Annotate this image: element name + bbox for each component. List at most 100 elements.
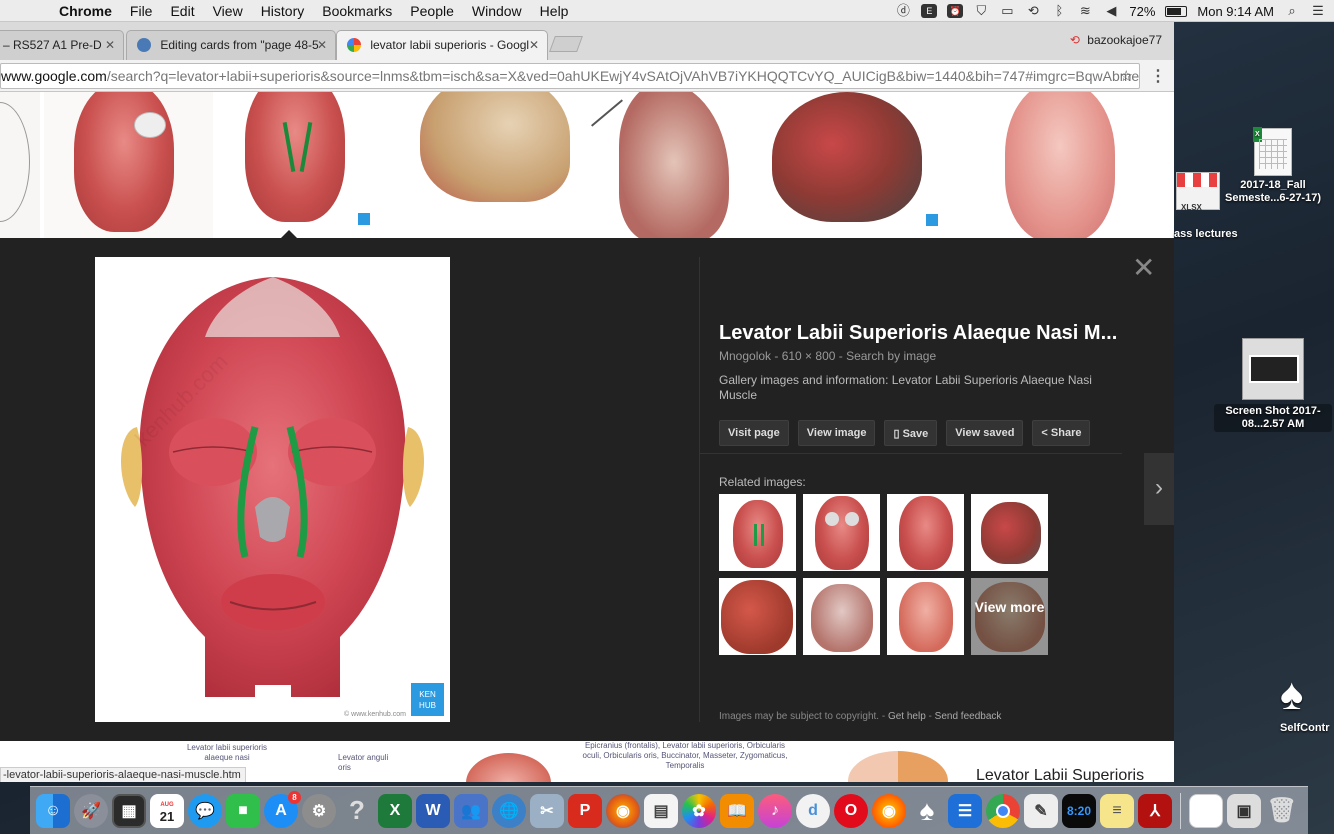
wifi-icon[interactable]: ≋: [1077, 4, 1093, 18]
menu-people[interactable]: People: [401, 3, 463, 19]
related-image[interactable]: [971, 494, 1048, 571]
chrome-menu-icon[interactable]: ⋮: [1150, 66, 1166, 86]
firefox-icon[interactable]: ◉: [606, 793, 640, 828]
view-saved-button[interactable]: View saved: [946, 420, 1024, 446]
result-thumb[interactable]: [0, 92, 40, 238]
acrobat-icon[interactable]: ⅄: [1138, 793, 1172, 828]
view-image-button[interactable]: View image: [797, 420, 876, 446]
tab-close-icon[interactable]: ✕: [529, 38, 539, 52]
dictionary-icon[interactable]: d: [796, 793, 830, 828]
word-icon[interactable]: W: [416, 793, 450, 828]
share-button[interactable]: < Share: [1032, 420, 1091, 446]
launchpad-icon[interactable]: 🚀: [74, 793, 108, 828]
save-button[interactable]: ▯ Save: [884, 420, 938, 446]
system-preferences-icon[interactable]: ⚙: [302, 793, 336, 828]
view-more-tile[interactable]: View more: [971, 578, 1048, 655]
screenshot-tool-icon[interactable]: ✎: [1024, 793, 1058, 828]
menu-bookmarks[interactable]: Bookmarks: [313, 3, 401, 19]
firefox-dev-icon[interactable]: ◉: [872, 793, 906, 828]
tab-google-images[interactable]: levator labii superioris - Googl ✕: [336, 30, 548, 60]
address-bar[interactable]: www.google.com/search?q=levator+labii+su…: [0, 63, 1140, 89]
image-capture-icon[interactable]: ▤: [644, 793, 678, 828]
related-image[interactable]: [719, 578, 796, 655]
menu-file[interactable]: File: [121, 3, 162, 19]
image-title[interactable]: Levator Labii Superioris Alaeque Nasi M.…: [719, 322, 1119, 345]
desktop-screenshot-file[interactable]: Screen Shot 2017-08...2.57 AM: [1214, 338, 1332, 432]
menu-chrome[interactable]: Chrome: [50, 3, 121, 19]
network-icon[interactable]: 🌐: [492, 793, 526, 828]
contacts-icon[interactable]: 👥: [454, 793, 488, 828]
desktop-selfcontrol-app[interactable]: ♠ SelfContr: [1280, 670, 1334, 735]
menu-window[interactable]: Window: [463, 3, 531, 19]
new-tab-button[interactable]: [549, 36, 583, 52]
result-thumb[interactable]: [380, 92, 575, 238]
time-machine-icon[interactable]: ⟲: [1025, 4, 1041, 18]
notification-center-icon[interactable]: ☰: [1310, 4, 1326, 18]
help-icon[interactable]: ?: [340, 794, 374, 828]
alarm-icon[interactable]: ⏰: [947, 4, 964, 18]
menu-history[interactable]: History: [252, 3, 314, 19]
list-app-icon[interactable]: ☰: [948, 793, 982, 828]
related-image[interactable]: [803, 494, 880, 571]
airplay-icon[interactable]: ▭: [999, 4, 1015, 18]
close-viewer-icon[interactable]: ✕: [1132, 254, 1155, 282]
related-image[interactable]: [803, 578, 880, 655]
volume-icon[interactable]: ◀: [1103, 4, 1119, 18]
result-thumb[interactable]: [848, 751, 948, 782]
excel-icon[interactable]: X: [378, 793, 412, 828]
opera-icon[interactable]: O: [834, 793, 868, 828]
tab-rs527[interactable]: – RS527 A1 Pre-D ✕: [0, 30, 124, 60]
ibooks-icon[interactable]: 📖: [720, 793, 754, 828]
shield-icon[interactable]: ⛉: [973, 4, 989, 18]
menu-help[interactable]: Help: [531, 3, 578, 19]
selfcontrol-icon[interactable]: ♠: [910, 794, 944, 828]
evernote-icon[interactable]: E: [921, 4, 938, 18]
result-thumb[interactable]: [466, 753, 551, 782]
result-thumb[interactable]: [751, 92, 941, 238]
next-image-button[interactable]: ›: [1144, 453, 1174, 525]
profile-button[interactable]: ⟲ bazookajoe77: [1070, 33, 1162, 47]
result-thumb[interactable]: [217, 92, 377, 238]
chrome-icon[interactable]: [986, 793, 1020, 828]
menu-edit[interactable]: Edit: [161, 3, 203, 19]
itunes-icon[interactable]: ♪: [758, 793, 792, 828]
document-stack-icon[interactable]: [1189, 793, 1223, 828]
related-image[interactable]: [887, 494, 964, 571]
photos-icon[interactable]: ✿: [682, 793, 716, 828]
presentation-icon[interactable]: P: [568, 793, 602, 828]
result-thumb[interactable]: [578, 92, 748, 238]
battery-icon[interactable]: [1165, 5, 1188, 17]
result-thumb[interactable]: [43, 92, 214, 238]
related-image[interactable]: [719, 494, 796, 571]
calendar-icon[interactable]: AUG 21: [150, 793, 184, 828]
preview-image[interactable]: kenhub.com KEN HUB © www.kenhub.com: [95, 257, 450, 722]
messages-icon[interactable]: 💬: [188, 793, 222, 828]
finder-icon[interactable]: ☺: [36, 793, 70, 828]
menu-view[interactable]: View: [204, 3, 252, 19]
tab-close-icon[interactable]: ✕: [317, 38, 327, 52]
clock-app-icon[interactable]: 8:20: [1062, 793, 1096, 828]
mission-control-icon[interactable]: ▦: [112, 793, 146, 828]
app-store-icon[interactable]: A8: [264, 790, 301, 828]
preview-tool-icon[interactable]: ✂: [530, 793, 564, 828]
related-image[interactable]: [887, 578, 964, 655]
get-help-link[interactable]: Get help: [888, 711, 926, 722]
desktop-folder-label[interactable]: ass lectures: [1174, 228, 1254, 241]
battery-percent[interactable]: 72%: [1129, 4, 1155, 19]
d-circle-icon[interactable]: ⓓ: [895, 4, 911, 18]
tab-editing-cards[interactable]: Editing cards from "page 48-5 ✕: [126, 30, 336, 60]
visit-page-button[interactable]: Visit page: [719, 420, 789, 446]
spotlight-icon[interactable]: ⌕: [1284, 4, 1300, 18]
notes-icon[interactable]: ≡: [1100, 793, 1134, 828]
desktop-fall-semester-file[interactable]: X 2017-18_Fall Semeste...6-27-17): [1218, 127, 1328, 205]
bluetooth-icon[interactable]: ᛒ: [1051, 4, 1067, 18]
desktop-xlsx-file[interactable]: XLSX: [1176, 172, 1222, 212]
facetime-icon[interactable]: ■: [226, 793, 260, 828]
result-thumb[interactable]: [945, 92, 1174, 238]
downloads-stack-icon[interactable]: ▣: [1227, 793, 1261, 828]
tab-close-icon[interactable]: ✕: [105, 38, 115, 52]
menubar-clock[interactable]: Mon 9:14 AM: [1197, 4, 1274, 19]
send-feedback-link[interactable]: Send feedback: [935, 711, 1002, 722]
trash-icon[interactable]: 🗑: [1265, 794, 1299, 828]
bookmark-star-icon[interactable]: ☆: [1120, 67, 1133, 85]
